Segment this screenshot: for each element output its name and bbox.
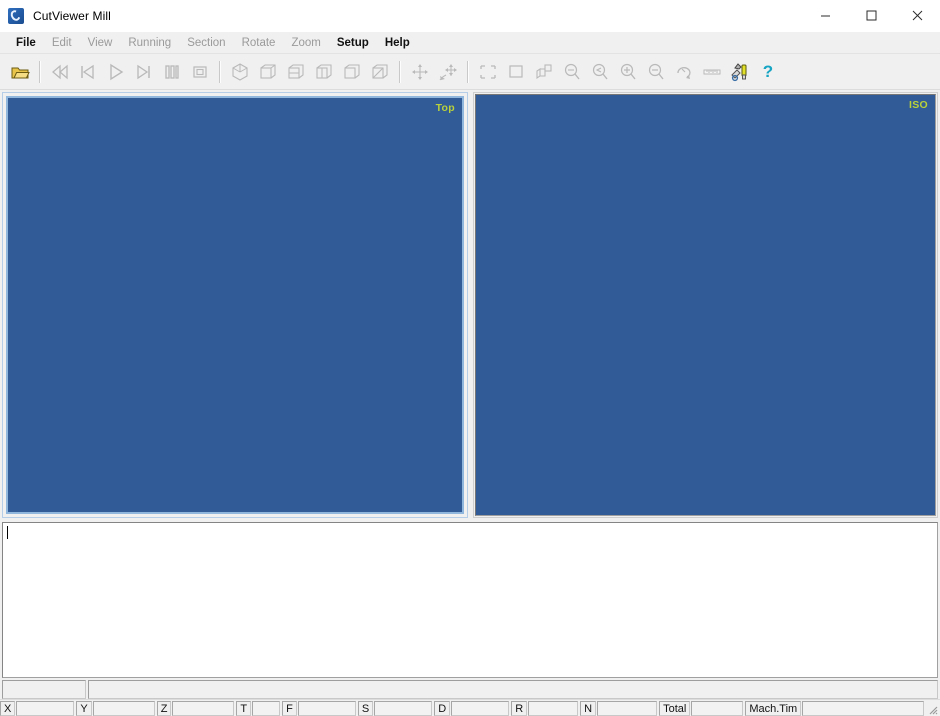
status-bar: X Y Z T F S D R N Total Mach.Tim [0, 699, 940, 716]
step-to-start-icon [75, 59, 101, 85]
window-title: CutViewer Mill [33, 8, 111, 23]
help-glyph: ? [762, 62, 774, 81]
status-label-n: N [580, 701, 597, 716]
resize-grip[interactable] [926, 701, 940, 716]
program-editor-panel[interactable] [2, 522, 938, 678]
cutviewer-mill-window: CutViewer Mill File Edit View Running Sectio… [0, 0, 940, 716]
viewport-iso-canvas[interactable]: ISO [475, 94, 936, 516]
view-cube-1-icon [255, 59, 281, 85]
zoom-dynamic-icon [559, 59, 585, 85]
status-label-s: S [357, 701, 374, 716]
menu-item-view: View [87, 36, 113, 49]
viewport-iso[interactable]: ISO [473, 92, 938, 518]
play-icon [103, 59, 129, 85]
status-label-f: F [282, 701, 297, 716]
status-value-s [374, 701, 433, 716]
menu-item-file[interactable]: File [8, 35, 44, 51]
status-label-total: Total [659, 701, 691, 716]
toolbar-separator [219, 60, 221, 83]
status-value-n [597, 701, 658, 716]
title-bar: CutViewer Mill [0, 0, 940, 32]
menu-item-rotate: Rotate [241, 36, 276, 49]
zoom-in-icon [615, 59, 641, 85]
zoom-window-icon [475, 59, 501, 85]
status-label-z: Z [156, 701, 172, 716]
viewport-top-canvas[interactable]: Top [6, 96, 464, 514]
status-value-x [16, 701, 75, 716]
status-label-x: X [0, 701, 16, 716]
program-editor-text[interactable] [3, 523, 937, 544]
tool-setup-icon[interactable] [727, 59, 753, 85]
view-cube-2-icon [283, 59, 309, 85]
toolbar-separator [399, 60, 401, 83]
menu-item-section: Section [187, 36, 226, 49]
status-label-y: Y [76, 701, 92, 716]
rotate-view-icon [671, 59, 697, 85]
view-cube-5-icon [367, 59, 393, 85]
status-value-t [252, 701, 281, 716]
open-file-icon[interactable] [7, 59, 33, 85]
status-label-r: R [511, 701, 528, 716]
status-value-y [92, 701, 155, 716]
status-value-f [297, 701, 356, 716]
viewport-iso-label: ISO [909, 99, 928, 111]
close-button[interactable] [894, 0, 940, 31]
toolbar: ? [0, 54, 940, 90]
menu-bar: File Edit View Running Section Rotate Zoom Setu… [0, 32, 940, 54]
menu-item-zoom: Zoom [291, 36, 321, 49]
status-label-mach-tim: Mach.Tim [745, 701, 802, 716]
app-logo-icon [8, 7, 24, 24]
menu-item-running: Running [128, 36, 172, 49]
menu-item-edit: Edit [51, 36, 72, 49]
menu-item-setup[interactable]: Setup [329, 35, 377, 51]
rewind-icon [47, 59, 73, 85]
zoom-out-icon [643, 59, 669, 85]
lower-strip-cell-right [88, 680, 938, 699]
menu-item-help[interactable]: Help [377, 35, 418, 51]
status-value-r [528, 701, 579, 716]
toolbar-separator [39, 60, 41, 83]
pause-icon [159, 59, 185, 85]
minimize-button[interactable] [802, 0, 848, 31]
stop-icon [187, 59, 213, 85]
viewport-top[interactable]: Top [2, 92, 468, 518]
zoom-fit-icon [503, 59, 529, 85]
view-cube-3-icon [311, 59, 337, 85]
view-cube-4-icon [339, 59, 365, 85]
status-value-mach-tim [802, 701, 924, 716]
status-value-d [451, 701, 510, 716]
status-label-d: D [434, 701, 451, 716]
viewport-area: Top ISO [0, 90, 940, 518]
help-icon[interactable]: ? [755, 59, 781, 85]
lower-strip-cell-left [2, 680, 86, 699]
viewport-top-label: Top [435, 102, 455, 114]
rotate-dynamic-icon [435, 59, 461, 85]
status-label-t: T [236, 701, 252, 716]
status-value-total [691, 701, 744, 716]
step-to-end-icon [131, 59, 157, 85]
pan-icon [407, 59, 433, 85]
toolbar-separator [467, 60, 469, 83]
text-caret [7, 526, 8, 539]
maximize-button[interactable] [848, 0, 894, 31]
lower-info-strip [2, 680, 938, 699]
status-value-z [172, 701, 235, 716]
zoom-part-icon [531, 59, 557, 85]
zoom-previous-icon [587, 59, 613, 85]
measure-ruler-icon [699, 59, 725, 85]
window-controls [802, 0, 940, 31]
view-isometric-icon [227, 59, 253, 85]
